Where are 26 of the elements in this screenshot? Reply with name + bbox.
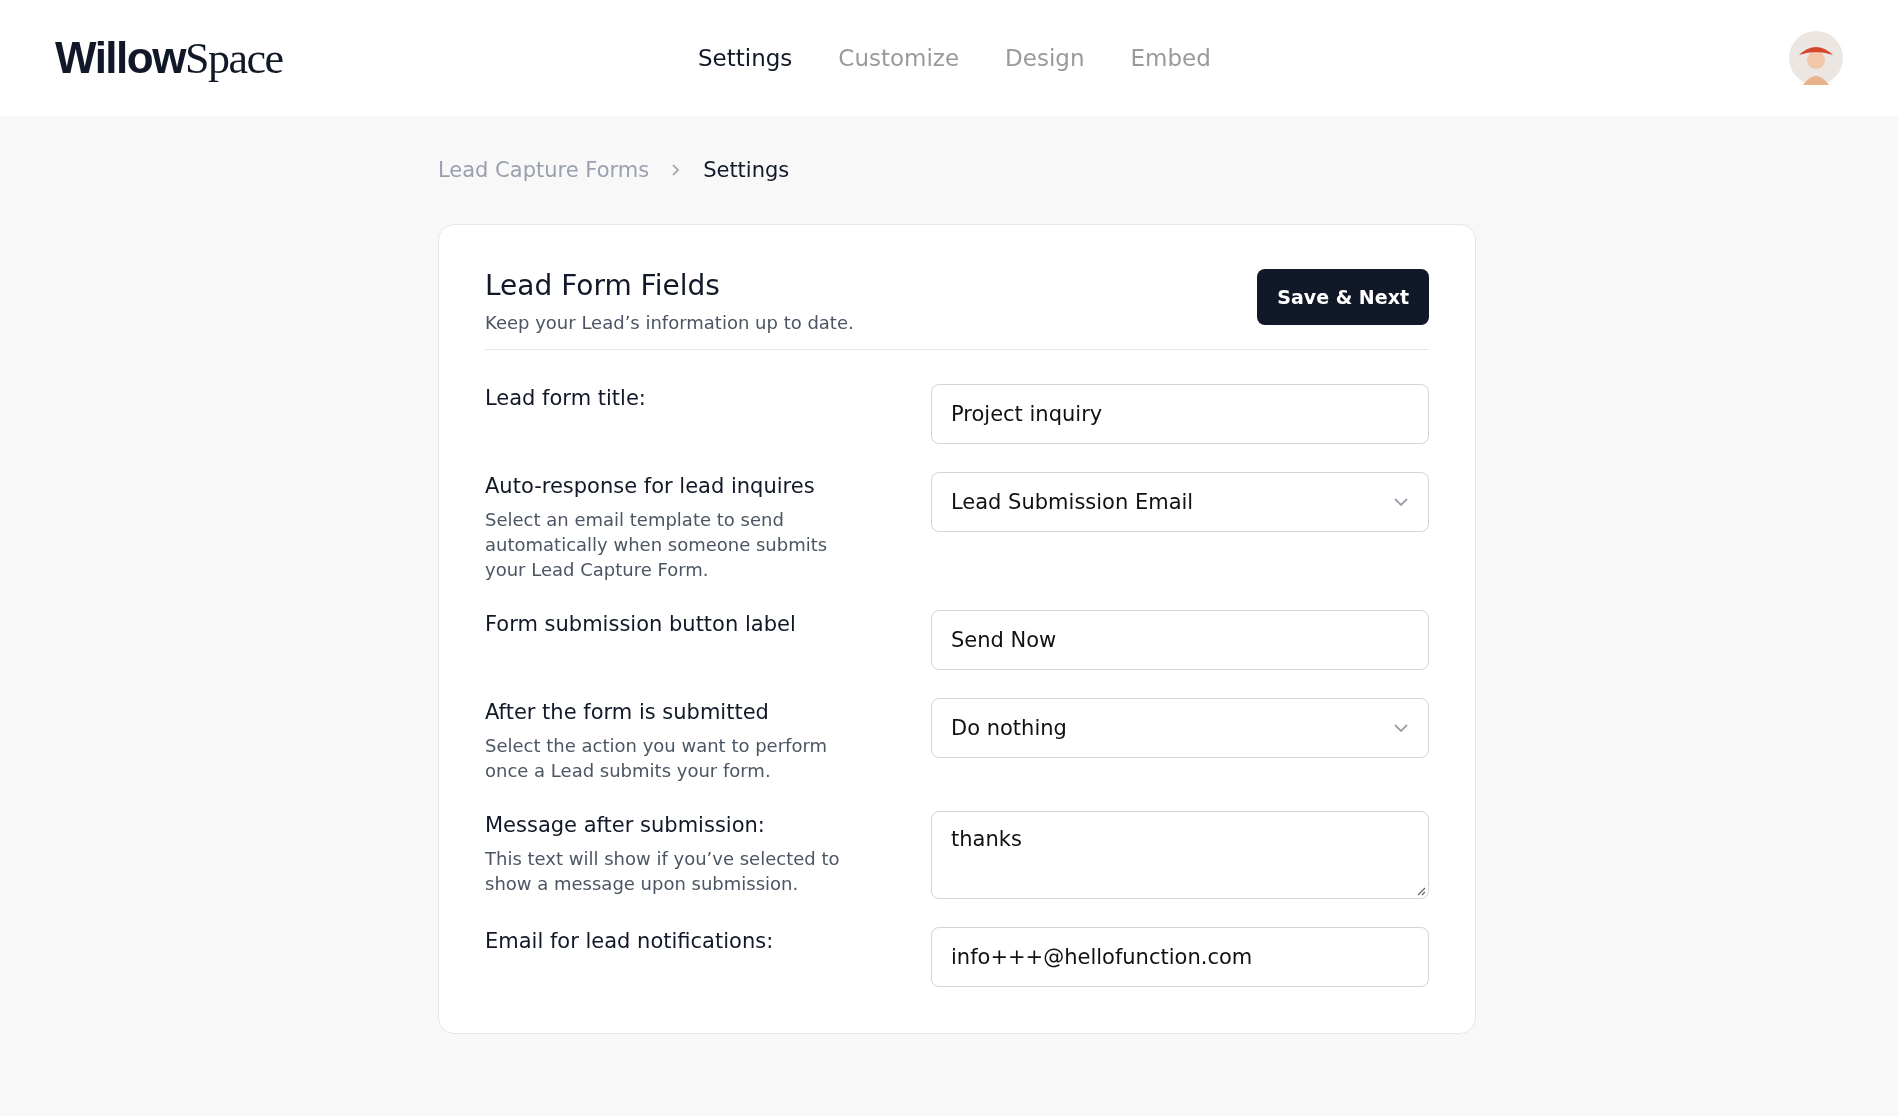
field-label: Lead form title:: [485, 385, 647, 410]
field-description: Select an email template to send automatically when someone submits your Lead Capture Form.: [485, 508, 829, 582]
resize-handle-icon[interactable]: [1416, 886, 1426, 896]
text-field[interactable]: Send Now: [931, 610, 1429, 670]
select-dropdown[interactable]: Lead Submission Email: [931, 472, 1429, 532]
chevron-right-icon: [671, 163, 682, 177]
avatar-icon[interactable]: [1789, 31, 1843, 85]
save-next-button[interactable]: Save & Next: [1257, 269, 1429, 325]
field-label: After the form is submitted: [485, 699, 770, 724]
field-label: Message after submission:: [485, 812, 766, 837]
card-subtitle: Keep your Lead’s information up to date.: [485, 312, 854, 333]
nav-tab[interactable]: Settings: [698, 45, 793, 71]
logo[interactable]: WillowSpace: [55, 32, 283, 84]
textarea-field[interactable]: thanks: [931, 811, 1429, 899]
card-title: Lead Form Fields: [485, 269, 721, 302]
select-dropdown[interactable]: Do nothing: [931, 698, 1429, 758]
breadcrumb-current: Settings: [703, 158, 790, 182]
field-label: Form submission button label: [485, 611, 797, 636]
chevron-down-icon: [1393, 497, 1409, 507]
field-description: This text will show if you’ve selected to show a message upon submission.: [485, 847, 841, 896]
field-label: Auto-response for lead inquires: [485, 473, 816, 498]
text-field[interactable]: Project inquiry: [931, 384, 1429, 444]
text-field[interactable]: info+++@hellofunction.com: [931, 927, 1429, 987]
chevron-down-icon: [1393, 723, 1409, 733]
field-label: Email for lead notifications:: [485, 928, 775, 953]
field-description: Select the action you want to perform once a Lead submits your form.: [485, 734, 829, 783]
